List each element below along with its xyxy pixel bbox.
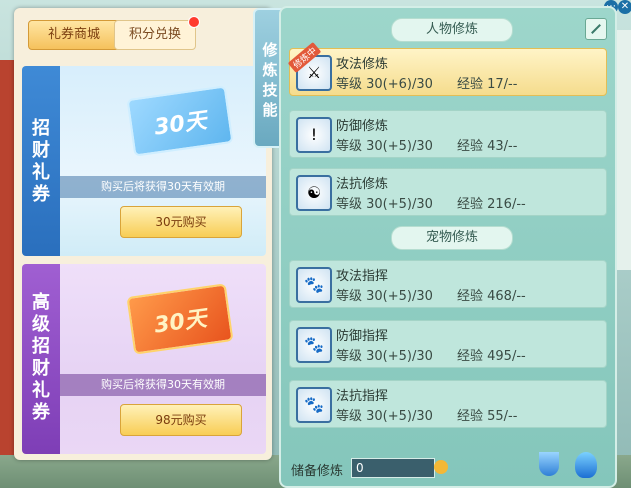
voucher-ticket-icon: 30天 <box>126 85 234 157</box>
card-title: 招 财 礼 券 <box>32 118 50 205</box>
pet-resist-icon: 🐾 <box>296 387 332 423</box>
skill-name: 法抗修炼 <box>336 177 389 192</box>
skill-exp: 经验 55/-- <box>457 409 518 424</box>
magic-resist-icon: ☯ <box>296 175 332 211</box>
ticket-duration: 30天 <box>152 306 209 339</box>
skill-row-defense[interactable]: ! 防御修炼 等级 30(+5)/30 经验 43/-- <box>289 110 607 158</box>
skill-level: 等级 30(+5)/30 <box>336 289 433 304</box>
buy-button-98[interactable]: 98元购买 <box>120 404 242 436</box>
card-side-banner: 招 财 礼 券 <box>22 66 60 256</box>
reserve-label: 储备修炼 <box>291 464 344 479</box>
skill-name: 防御指挥 <box>336 329 389 344</box>
skill-exp: 经验 468/-- <box>457 289 526 304</box>
tab-voucher-shop[interactable]: 礼券商城 <box>28 20 120 50</box>
voucher-shop-panel: 礼券商城 积分兑换 招 财 礼 券 30天 购买后将获得30天有效期 30元购买… <box>14 8 272 460</box>
skill-level: 等级 30(+5)/30 <box>336 139 433 154</box>
defense-icon: ! <box>296 117 332 153</box>
card-description: 购买后将获得30天有效期 <box>60 176 266 198</box>
ticket-duration: 30天 <box>152 108 209 141</box>
card-side-banner: 高 级 招 财 礼 券 <box>22 264 60 454</box>
skill-row-attack-magic[interactable]: ⚔ 修炼中 攻法修炼 等级 30(+6)/30 经验 17/-- <box>287 41 607 96</box>
skill-row-magic-resist[interactable]: ☯ 法抗修炼 等级 30(+5)/30 经验 216/-- <box>289 168 607 216</box>
skill-name: 防御修炼 <box>336 119 389 134</box>
skill-name: 攻法修炼 <box>336 57 389 72</box>
pet-attack-icon: 🐾 <box>296 267 332 303</box>
reserve-value-field: 0 <box>351 458 435 478</box>
notification-dot <box>188 16 200 28</box>
skill-row-pet-defense[interactable]: 🐾 防御指挥 等级 30(+5)/30 经验 495/-- <box>289 320 607 368</box>
pet-defense-icon: 🐾 <box>296 327 332 363</box>
skill-exp: 经验 495/-- <box>457 349 526 364</box>
skill-level: 等级 30(+5)/30 <box>336 197 433 212</box>
skill-row-pet-resist[interactable]: 🐾 法抗指挥 等级 30(+5)/30 经验 55/-- <box>289 380 607 428</box>
card-title: 高 级 招 财 礼 券 <box>32 292 50 423</box>
skill-level: 等级 30(+5)/30 <box>336 409 433 424</box>
upgrade-icon[interactable] <box>575 452 597 478</box>
coin-icon[interactable] <box>434 460 448 474</box>
voucher-card-basic: 招 财 礼 券 30天 购买后将获得30天有效期 30元购买 <box>22 66 266 256</box>
skill-level: 等级 30(+6)/30 <box>336 77 433 92</box>
human-cultivation-header: 人物修炼 <box>391 18 513 42</box>
voucher-card-premium: 高 级 招 财 礼 券 30天 购买后将获得30天有效期 98元购买 <box>22 264 266 454</box>
skill-exp: 经验 216/-- <box>457 197 526 212</box>
skill-level: 等级 30(+5)/30 <box>336 349 433 364</box>
edit-icon[interactable] <box>585 18 607 40</box>
potion-icon[interactable] <box>539 452 559 476</box>
skill-exp: 经验 17/-- <box>457 77 518 92</box>
tab-points-exchange[interactable]: 积分兑换 <box>114 20 196 50</box>
skill-row-pet-attack[interactable]: 🐾 攻法指挥 等级 30(+5)/30 经验 468/-- <box>289 260 607 308</box>
skill-exp: 经验 43/-- <box>457 139 518 154</box>
voucher-ticket-icon: 30天 <box>126 283 234 355</box>
buy-button-30[interactable]: 30元购买 <box>120 206 242 238</box>
pet-cultivation-header: 宠物修炼 <box>391 226 513 250</box>
card-description: 购买后将获得30天有效期 <box>60 374 266 396</box>
skill-name: 法抗指挥 <box>336 389 389 404</box>
skill-name: 攻法指挥 <box>336 269 389 284</box>
close-icon[interactable]: ✕ <box>618 0 631 14</box>
side-panel-edge <box>616 30 631 270</box>
cultivation-panel: 人物修炼 ⚔ 修炼中 攻法修炼 等级 30(+6)/30 经验 17/-- ! … <box>279 6 617 488</box>
